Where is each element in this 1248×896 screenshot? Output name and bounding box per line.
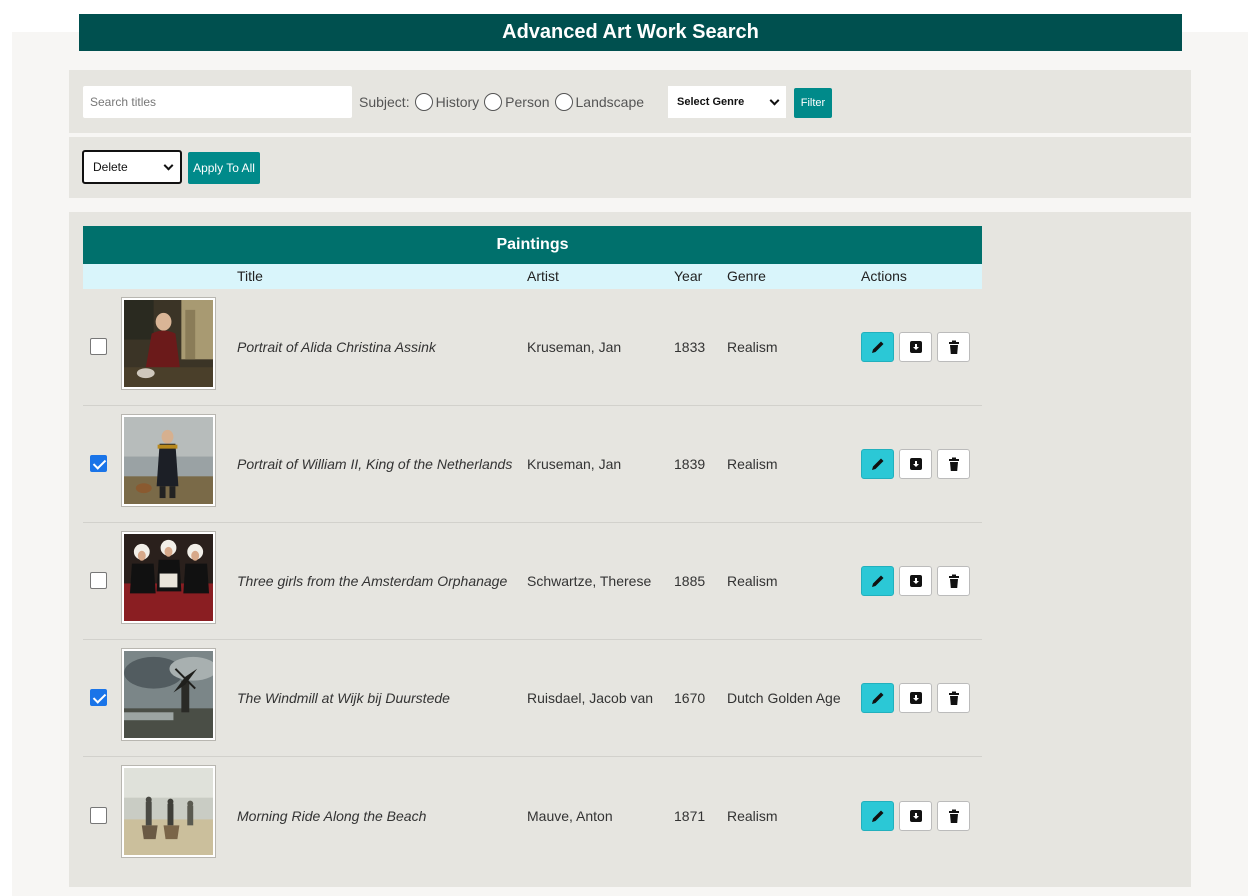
pencil-icon	[871, 575, 883, 587]
column-header-artist: Artist	[527, 268, 559, 284]
subject-option-landscape[interactable]: Landscape	[550, 93, 645, 111]
archive-button[interactable]	[899, 800, 932, 831]
chevron-down-icon	[163, 160, 174, 171]
delete-button[interactable]	[937, 683, 970, 713]
painting-artist: Mauve, Anton	[527, 807, 613, 824]
painting-title: Morning Ride Along the Beach	[237, 807, 427, 824]
row-checkbox[interactable]	[90, 455, 107, 472]
row-checkbox[interactable]	[90, 806, 107, 824]
pencil-icon	[871, 458, 883, 470]
subject-label: Subject:	[359, 94, 410, 110]
archive-button[interactable]	[899, 332, 932, 362]
edit-button[interactable]	[861, 449, 894, 479]
painting-year: 1839	[674, 456, 706, 472]
page-title: Advanced Art Work Search	[79, 14, 1182, 51]
table-row: Three girls from the Amsterdam Orphanage…	[83, 523, 982, 640]
painting-thumbnail	[121, 648, 216, 741]
column-header-year: Year	[674, 268, 703, 284]
delete-button[interactable]	[937, 449, 970, 479]
painting-thumbnail	[121, 765, 216, 858]
subject-option-label: Landscape	[575, 94, 645, 110]
painting-genre: Dutch Golden Age	[727, 690, 841, 706]
delete-button[interactable]	[937, 566, 970, 596]
painting-year: 1833	[674, 339, 706, 355]
subject-option-label: Person	[505, 94, 550, 110]
row-checkbox[interactable]	[90, 689, 107, 706]
trash-icon	[948, 457, 959, 471]
delete-button[interactable]	[937, 332, 970, 362]
archive-button[interactable]	[899, 566, 932, 596]
edit-button[interactable]	[861, 800, 894, 831]
delete-button[interactable]	[937, 800, 970, 831]
trash-icon	[948, 809, 959, 823]
painting-year: 1885	[674, 573, 706, 589]
painting-genre: Realism	[727, 456, 778, 472]
painting-genre: Realism	[727, 339, 778, 355]
painting-thumbnail	[121, 297, 216, 390]
painting-genre: Realism	[727, 573, 778, 589]
painting-title: The Windmill at Wijk bij Duurstede	[237, 690, 450, 706]
apply-to-all-button[interactable]: Apply To All	[188, 152, 260, 184]
row-checkbox[interactable]	[90, 338, 107, 355]
radio-person[interactable]	[484, 93, 503, 111]
radio-history[interactable]	[414, 93, 433, 111]
subject-option-person[interactable]: Person	[479, 93, 550, 111]
painting-artist: Kruseman, Jan	[527, 339, 622, 355]
subject-option-history[interactable]: History	[410, 93, 480, 111]
bulk-action-panel: Delete Apply To All	[69, 137, 1191, 198]
edit-button[interactable]	[861, 566, 894, 596]
pencil-icon	[871, 341, 883, 353]
archive-icon	[909, 692, 922, 704]
filter-panel: Subject: History Person Landscape Select…	[69, 70, 1191, 133]
row-checkbox[interactable]	[90, 572, 107, 589]
painting-genre: Realism	[727, 807, 778, 824]
archive-icon	[909, 809, 922, 822]
archive-button[interactable]	[899, 683, 932, 713]
painting-title: Three girls from the Amsterdam Orphanage	[237, 573, 508, 589]
search-input[interactable]	[83, 86, 352, 118]
pencil-icon	[871, 810, 883, 822]
edit-button[interactable]	[861, 332, 894, 362]
trash-icon	[948, 574, 959, 588]
painting-artist: Ruisdael, Jacob van	[527, 690, 654, 706]
column-header-title: Title	[237, 268, 263, 284]
bulk-action-select[interactable]: Delete	[82, 150, 182, 184]
trash-icon	[948, 340, 959, 354]
pencil-icon	[871, 692, 883, 704]
painting-year: 1670	[674, 690, 706, 706]
chevron-down-icon	[769, 95, 780, 106]
painting-year: 1871	[674, 807, 706, 824]
table-header: Title Artist Year Genre Actions	[83, 264, 982, 289]
archive-icon	[909, 341, 922, 353]
archive-icon	[909, 458, 922, 470]
table-title: Paintings	[83, 226, 982, 264]
bulk-action-value: Delete	[93, 160, 128, 174]
trash-icon	[948, 691, 959, 705]
table-row: Portrait of William II, King of the Neth…	[83, 406, 982, 523]
painting-title: Portrait of William II, King of the Neth…	[237, 456, 513, 472]
genre-select[interactable]: Select Genre	[668, 86, 786, 118]
paintings-table: Paintings Title Artist Year Genre Action…	[83, 226, 982, 874]
radio-landscape[interactable]	[554, 93, 573, 111]
genre-select-value: Select Genre	[677, 96, 745, 108]
table-row: The Windmill at Wijk bij Duurstede Ruisd…	[83, 640, 982, 757]
table-row: Portrait of Alida Christina Assink Kruse…	[83, 289, 982, 406]
painting-title: Portrait of Alida Christina Assink	[237, 339, 436, 355]
edit-button[interactable]	[861, 683, 894, 713]
painting-thumbnail	[121, 531, 216, 624]
paintings-panel: Paintings Title Artist Year Genre Action…	[69, 212, 1191, 887]
painting-artist: Schwartze, Therese	[527, 573, 652, 589]
column-header-genre: Genre	[727, 268, 766, 284]
table-row: Morning Ride Along the Beach Mauve, Anto…	[83, 757, 982, 874]
column-header-actions: Actions	[861, 268, 907, 284]
archive-button[interactable]	[899, 449, 932, 479]
painting-artist: Kruseman, Jan	[527, 456, 622, 472]
painting-thumbnail	[121, 414, 216, 507]
archive-icon	[909, 575, 922, 587]
subject-option-label: History	[435, 94, 480, 110]
filter-button[interactable]: Filter	[794, 88, 832, 118]
subject-radio-group: Subject: History Person Landscape	[359, 90, 644, 114]
